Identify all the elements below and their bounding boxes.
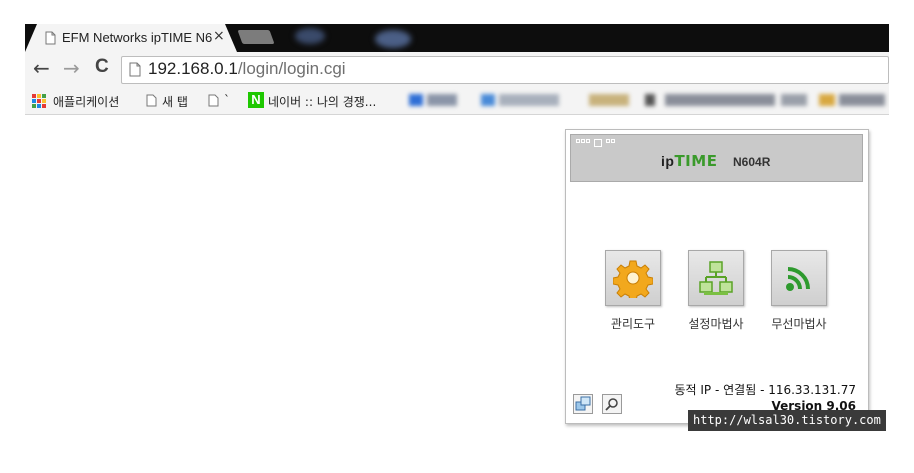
admin-tools-tile[interactable]: 관리도구	[598, 250, 668, 332]
wireless-icon	[786, 267, 810, 291]
reload-icon[interactable]: C	[95, 56, 109, 78]
header-decoration-icon	[576, 139, 615, 147]
search-button[interactable]	[602, 394, 622, 414]
bookmark-new-tab[interactable]: 새 탭	[162, 93, 188, 110]
forward-arrow-icon[interactable]: →	[63, 56, 80, 80]
gear-icon	[613, 260, 653, 298]
browser-toolbar: ← → C 192.168.0.1/login/login.cgi	[25, 52, 889, 88]
setup-wizard-tile[interactable]: 설정마법사	[681, 250, 751, 332]
page-icon	[45, 31, 56, 45]
url-text: 192.168.0.1/login/login.cgi	[148, 59, 346, 79]
setup-wizard-button[interactable]	[688, 250, 744, 306]
setup-wizard-label: 설정마법사	[688, 317, 744, 331]
close-tab-icon[interactable]: ×	[213, 28, 225, 44]
wireless-wizard-label: 무선마법사	[771, 317, 827, 331]
tab-active[interactable]: EFM Networks ipTIME N6 ×	[25, 24, 237, 52]
router-panel: ipTIME N604R 관리도구 설정마법사 무선마법사 동적 IP - 연결…	[565, 129, 869, 424]
blurred-bookmarks	[409, 94, 889, 108]
bookmark-backtick[interactable]: `	[224, 93, 230, 107]
admin-tools-label: 관리도구	[610, 317, 656, 331]
model-name: N604R	[733, 155, 771, 169]
remote-icon	[575, 396, 591, 411]
apps-grid-icon[interactable]	[32, 94, 46, 108]
back-arrow-icon[interactable]: ←	[33, 56, 50, 80]
page-icon	[146, 94, 157, 107]
panel-header: ipTIME N604R	[570, 134, 863, 182]
wireless-wizard-button[interactable]	[771, 250, 827, 306]
wireless-wizard-tile[interactable]: 무선마법사	[764, 250, 834, 332]
bookmark-apps[interactable]: 애플리케이션	[53, 93, 119, 110]
watermark: http://wlsal30.tistory.com	[688, 410, 886, 431]
page-icon	[208, 94, 219, 107]
admin-tools-button[interactable]	[605, 250, 661, 306]
address-bar[interactable]: 192.168.0.1/login/login.cgi	[121, 56, 889, 84]
new-tab-button[interactable]	[237, 30, 275, 44]
search-icon	[605, 398, 618, 411]
tab-title: EFM Networks ipTIME N6	[62, 30, 212, 45]
url-host: 192.168.0.1	[148, 59, 238, 78]
bookmarks-bar: 애플리케이션 새 탭 ` N 네이버 :: 나의 경쟁...	[25, 88, 889, 115]
bookmark-naver[interactable]: 네이버 :: 나의 경쟁...	[268, 93, 376, 110]
tab-strip: EFM Networks ipTIME N6 ×	[0, 0, 914, 52]
url-path: /login/login.cgi	[237, 59, 346, 78]
naver-icon: N	[248, 92, 264, 108]
connection-status: 동적 IP - 연결됨 - 116.33.131.77	[674, 383, 857, 397]
page-icon	[129, 62, 141, 77]
network-icon	[699, 261, 733, 295]
remote-management-button[interactable]	[573, 394, 593, 414]
brand-logo: ipTIME	[661, 152, 718, 170]
